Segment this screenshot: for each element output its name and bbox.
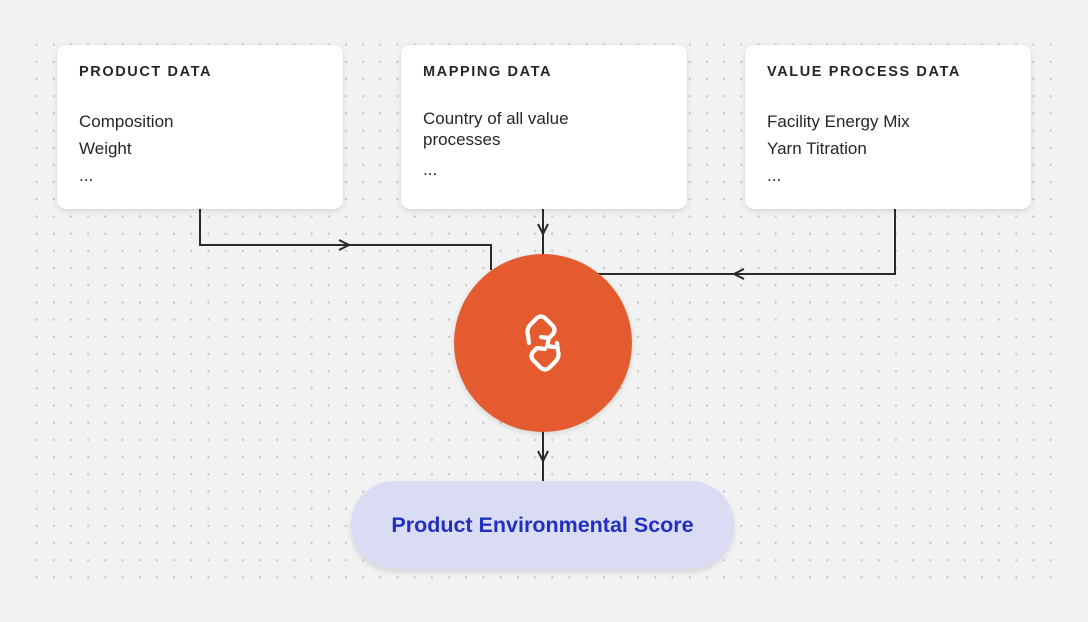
input-card-value-process-data: VALUE PROCESS DATA Facility Energy Mix Y… (745, 45, 1031, 209)
card-item: Weight (79, 139, 132, 158)
card-item: Yarn Titration (767, 139, 867, 158)
card-items: Country of all value processes ... (423, 108, 603, 183)
card-title: MAPPING DATA (423, 64, 553, 80)
input-card-product-data: PRODUCT DATA Composition Weight ... (57, 45, 343, 209)
processing-hub (454, 254, 632, 432)
output-product-environmental-score: Product Environmental Score (351, 481, 734, 569)
output-label: Product Environmental Score (391, 512, 694, 537)
card-items: Facility Energy Mix Yarn Titration ... (767, 108, 1009, 189)
card-title: PRODUCT DATA (79, 64, 213, 80)
card-item: Facility Energy Mix (767, 112, 910, 131)
edge-value-to-hub (598, 209, 896, 275)
card-item: Composition (79, 112, 174, 131)
input-card-mapping-data: MAPPING DATA Country of all value proces… (401, 45, 687, 209)
edge-product-to-hub (199, 209, 492, 270)
card-item: Country of all value processes (423, 109, 569, 149)
card-item-ellipsis: ... (79, 166, 94, 185)
card-title: VALUE PROCESS DATA (767, 64, 961, 80)
card-items: Composition Weight ... (79, 108, 321, 189)
card-item-ellipsis: ... (423, 160, 438, 179)
card-item-ellipsis: ... (767, 166, 782, 185)
chain-link-logo-icon (525, 314, 561, 372)
